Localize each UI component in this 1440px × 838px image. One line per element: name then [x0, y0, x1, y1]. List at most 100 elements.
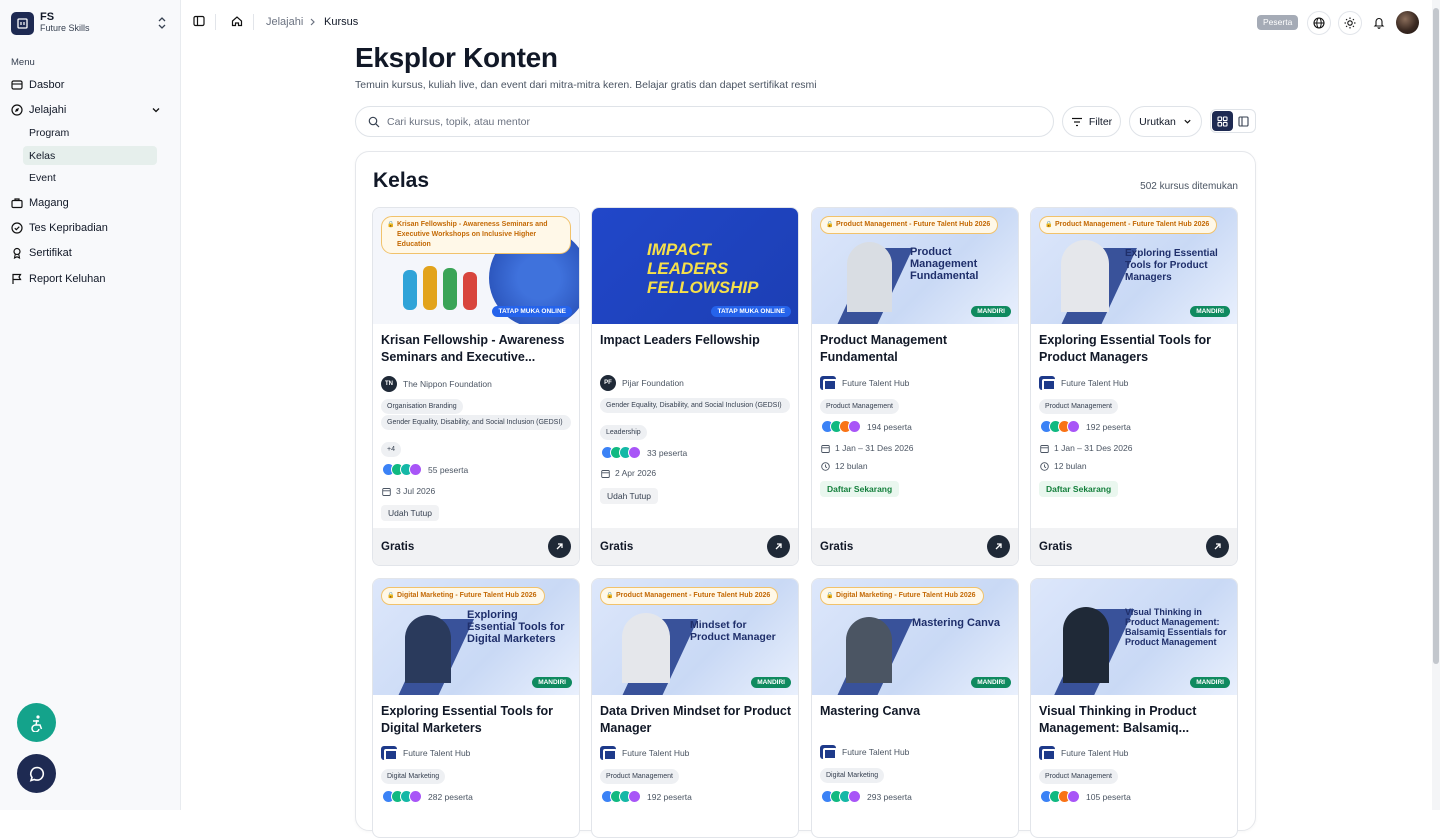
- sidebar: FS Future Skills Menu Dasbor Jelajahi Pr…: [0, 0, 181, 810]
- sidebar-item-tes-kepribadian[interactable]: Tes Kepribadian: [11, 217, 171, 239]
- delivery-mode-badge: MANDIRI: [532, 677, 572, 688]
- org-name: Future Talent Hub: [842, 747, 910, 757]
- course-title: Data Driven Mindset for Product Manager: [600, 704, 791, 735]
- participant-count: 55 peserta: [382, 463, 468, 476]
- menu-heading: Menu: [11, 57, 35, 68]
- arrow-up-right-icon: [1214, 543, 1221, 550]
- bell-icon[interactable]: [1373, 16, 1385, 29]
- topic-tag: Leadership: [600, 425, 647, 440]
- course-organizer: TN The Nippon Foundation: [381, 376, 492, 392]
- course-organizer: Future Talent Hub: [820, 745, 910, 760]
- open-course-button[interactable]: [767, 535, 790, 558]
- topic-tag: Gender Equality, Disability, and Social …: [381, 415, 571, 430]
- course-card[interactable]: Mindset for Product Manager Product Mana…: [591, 578, 799, 838]
- search-input[interactable]: [387, 115, 987, 128]
- search-bar[interactable]: [355, 106, 1054, 137]
- sidebar-subitem-program[interactable]: Program: [23, 123, 157, 142]
- date-label: 1 Jan – 31 Des 2026: [1054, 443, 1133, 453]
- org-name: The Nippon Foundation: [403, 379, 492, 389]
- sidebar-item-magang[interactable]: Magang: [11, 192, 171, 214]
- program-badge: Product Management - Future Talent Hub 2…: [820, 216, 999, 234]
- delivery-mode-badge: MANDIRI: [971, 677, 1011, 688]
- participant-label: 192 peserta: [647, 791, 692, 802]
- sort-dropdown[interactable]: Urutkan: [1129, 106, 1202, 137]
- course-thumbnail: IMPACT LEADERS FELLOWSHIP TATAP MUKA ONL…: [592, 208, 798, 324]
- filter-button[interactable]: Filter: [1062, 106, 1121, 137]
- section-title: Kelas: [373, 169, 430, 192]
- topic-tag: Product Management: [1039, 399, 1118, 414]
- course-card[interactable]: Mastering Canva Digital Marketing - Futu…: [811, 578, 1019, 838]
- open-course-button[interactable]: [1206, 535, 1229, 558]
- cover-text: Product Management Fundamental: [910, 246, 979, 282]
- course-card[interactable]: Krisan Fellowship - Awareness Seminars a…: [372, 207, 580, 566]
- date-label: 2 Apr 2026: [615, 468, 657, 478]
- card-footer: Gratis: [592, 528, 798, 565]
- check-circle-icon: [11, 222, 23, 234]
- brand-abbr: FS: [40, 11, 55, 23]
- participant-label: 192 peserta: [1086, 421, 1131, 432]
- org-logo-icon: [820, 745, 837, 760]
- participant-count: 192 peserta: [1040, 420, 1131, 433]
- topic-tag: Product Management: [1039, 769, 1118, 784]
- date-label: 3 Jul 2026: [396, 486, 436, 496]
- participant-count: 293 peserta: [821, 790, 912, 803]
- accessibility-button[interactable]: [17, 703, 56, 742]
- sidebar-item-sertifikat[interactable]: Sertifikat: [11, 242, 171, 264]
- course-card[interactable]: Exploring Essential Tools for Product Ma…: [1030, 207, 1238, 566]
- arrow-up-right-icon: [995, 543, 1002, 550]
- course-card[interactable]: Product Management Fundamental Product M…: [811, 207, 1019, 566]
- card-footer: Gratis: [812, 528, 1018, 565]
- sidebar-item-dasbor[interactable]: Dasbor: [11, 74, 171, 96]
- price-label: Gratis: [600, 540, 634, 553]
- course-title: Exploring Essential Tools for Digital Ma…: [381, 704, 554, 735]
- org-name: Future Talent Hub: [1061, 378, 1129, 388]
- course-card[interactable]: Exploring Essential Tools for Digital Ma…: [372, 578, 580, 838]
- chat-button[interactable]: [17, 754, 56, 793]
- delivery-mode-badge: MANDIRI: [971, 306, 1011, 317]
- course-card[interactable]: IMPACT LEADERS FELLOWSHIP TATAP MUKA ONL…: [591, 207, 799, 566]
- divider: [253, 14, 254, 30]
- price-label: Gratis: [1039, 540, 1073, 553]
- user-avatar[interactable]: [1396, 11, 1419, 34]
- calendar-icon: [601, 469, 610, 478]
- sidebar-item-label: Sertifikat: [29, 247, 72, 259]
- sun-icon: [1344, 17, 1356, 29]
- participant-label: 293 peserta: [867, 791, 912, 802]
- page-title: Eksplor Konten: [355, 42, 558, 73]
- sidebar-subitem-event[interactable]: Event: [23, 168, 157, 187]
- breadcrumb-parent[interactable]: Jelajahi: [266, 16, 303, 28]
- org-name: Future Talent Hub: [622, 748, 690, 758]
- sidebar-subitem-kelas[interactable]: Kelas: [23, 146, 157, 165]
- language-button[interactable]: [1307, 11, 1331, 35]
- theme-toggle-button[interactable]: [1338, 11, 1362, 35]
- brand-logo-icon: [11, 11, 34, 35]
- participant-label: 282 peserta: [428, 791, 473, 802]
- open-course-button[interactable]: [548, 535, 571, 558]
- view-toggle: [1210, 109, 1256, 133]
- home-icon[interactable]: [231, 15, 243, 27]
- sidebar-item-report-keluhan[interactable]: Report Keluhan: [11, 268, 171, 290]
- page-scrollbar[interactable]: [1432, 0, 1440, 810]
- course-title: Exploring Essential Tools for Product Ma…: [1039, 333, 1212, 364]
- grid-view-button[interactable]: [1212, 111, 1233, 131]
- scrollbar-thumb[interactable]: [1433, 8, 1439, 664]
- accessibility-icon: [30, 714, 42, 732]
- sidebar-item-jelajahi[interactable]: Jelajahi: [11, 99, 171, 121]
- course-date: 1 Jan – 31 Des 2026: [821, 443, 913, 453]
- participant-label: 55 peserta: [428, 464, 469, 475]
- role-badge: Peserta: [1257, 15, 1299, 30]
- open-course-button[interactable]: [987, 535, 1010, 558]
- org-logo: TN: [381, 376, 397, 392]
- sidebar-toggle-icon[interactable]: [193, 15, 205, 27]
- list-view-button[interactable]: [1233, 111, 1254, 131]
- chevron-down-icon: [152, 108, 160, 113]
- course-organizer: Future Talent Hub: [1039, 376, 1129, 391]
- program-badge: Product Management - Future Talent Hub 2…: [1039, 216, 1218, 234]
- card-footer: Gratis: [1031, 528, 1237, 565]
- participant-count: 105 peserta: [1040, 790, 1131, 803]
- course-thumbnail: Exploring Essential Tools for Product Ma…: [1031, 208, 1237, 324]
- course-card[interactable]: Visual Thinking in Product Management: B…: [1030, 578, 1238, 838]
- course-title: Product Management Fundamental: [820, 333, 948, 364]
- course-date: 2 Apr 2026: [601, 468, 656, 478]
- workspace-switcher[interactable]: FS Future Skills: [11, 10, 171, 36]
